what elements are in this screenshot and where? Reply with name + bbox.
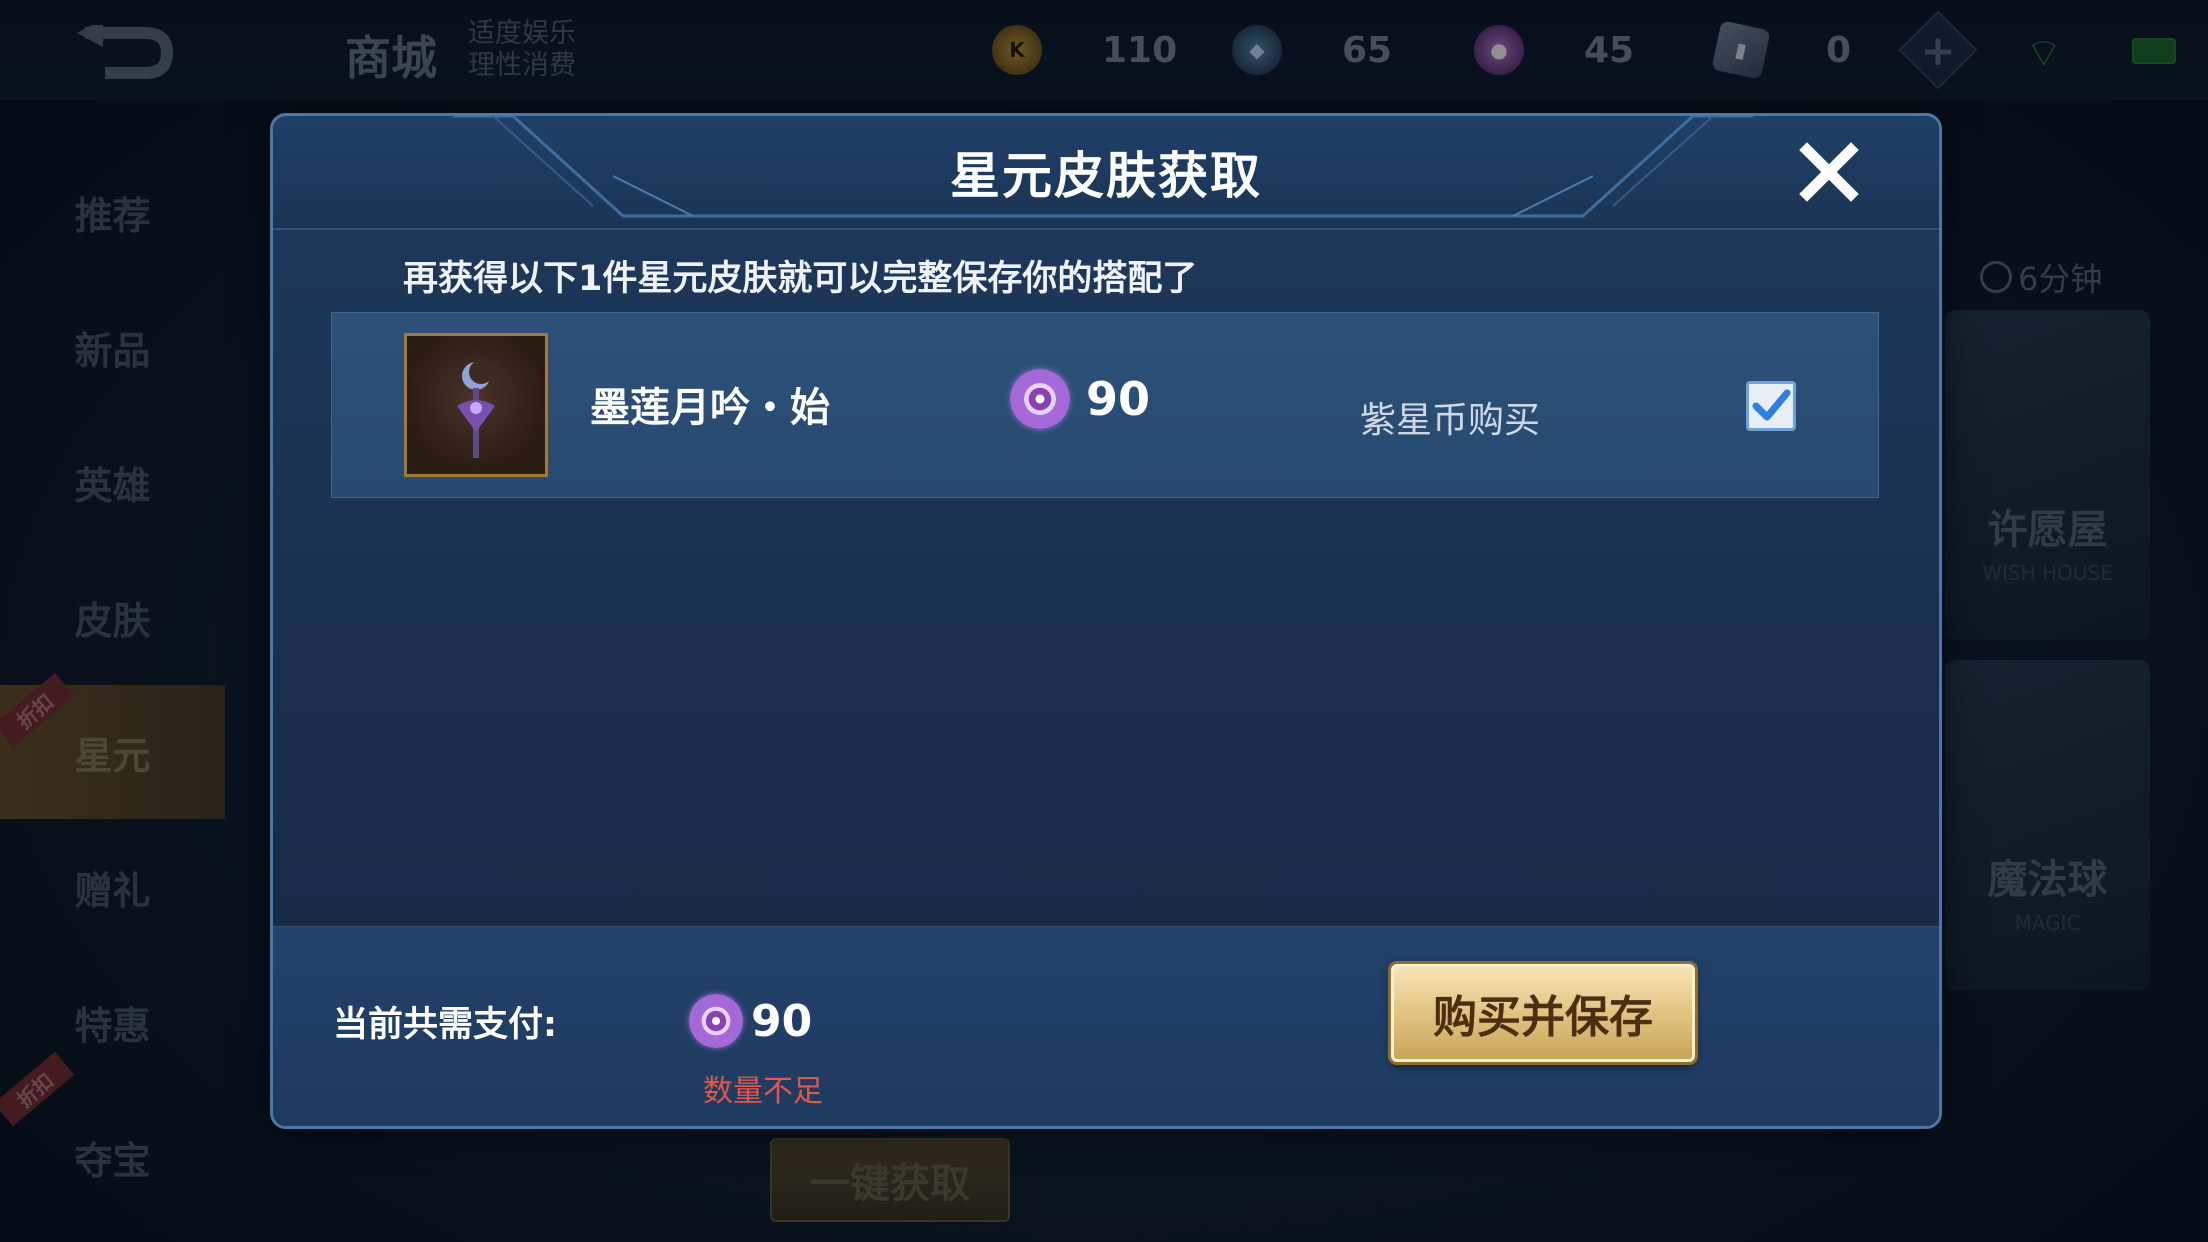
total-price: 90 — [689, 994, 812, 1048]
skin-price: 90 — [1010, 369, 1150, 429]
insufficient-warning: 数量不足 — [703, 1074, 823, 1109]
select-checkbox[interactable] — [1746, 381, 1796, 431]
dialog-header: 星元皮肤获取 — [273, 116, 1939, 230]
checkmark-icon — [1752, 389, 1791, 421]
total-label: 当前共需支付: — [333, 1005, 557, 1045]
purple-star-coin-icon — [1010, 369, 1070, 429]
total-value: 90 — [751, 995, 813, 1047]
payment-method: 紫星币购买 — [1360, 400, 1541, 441]
dialog-title: 星元皮肤获取 — [950, 147, 1262, 205]
skin-name: 墨莲月吟・始 — [590, 385, 830, 431]
close-icon — [1799, 142, 1859, 202]
buy-and-save-button[interactable]: 购买并保存 — [1391, 964, 1695, 1062]
dialog-instruction: 再获得以下1件星元皮肤就可以完整保存你的搭配了 — [403, 259, 1198, 299]
skin-thumbnail — [404, 333, 548, 477]
dialog-footer: 当前共需支付: 90 数量不足 购买并保存 — [273, 926, 1939, 1126]
close-button[interactable] — [1793, 136, 1865, 208]
star-skin-acquire-dialog: 星元皮肤获取 再获得以下1件星元皮肤就可以完整保存你的搭配了 墨莲月吟・始 90… — [270, 113, 1942, 1129]
skin-item-row[interactable]: 墨莲月吟・始 90 紫星币购买 — [331, 312, 1879, 498]
purple-star-coin-icon — [689, 994, 743, 1048]
staff-skin-icon — [457, 360, 495, 458]
price-value: 90 — [1086, 372, 1151, 426]
